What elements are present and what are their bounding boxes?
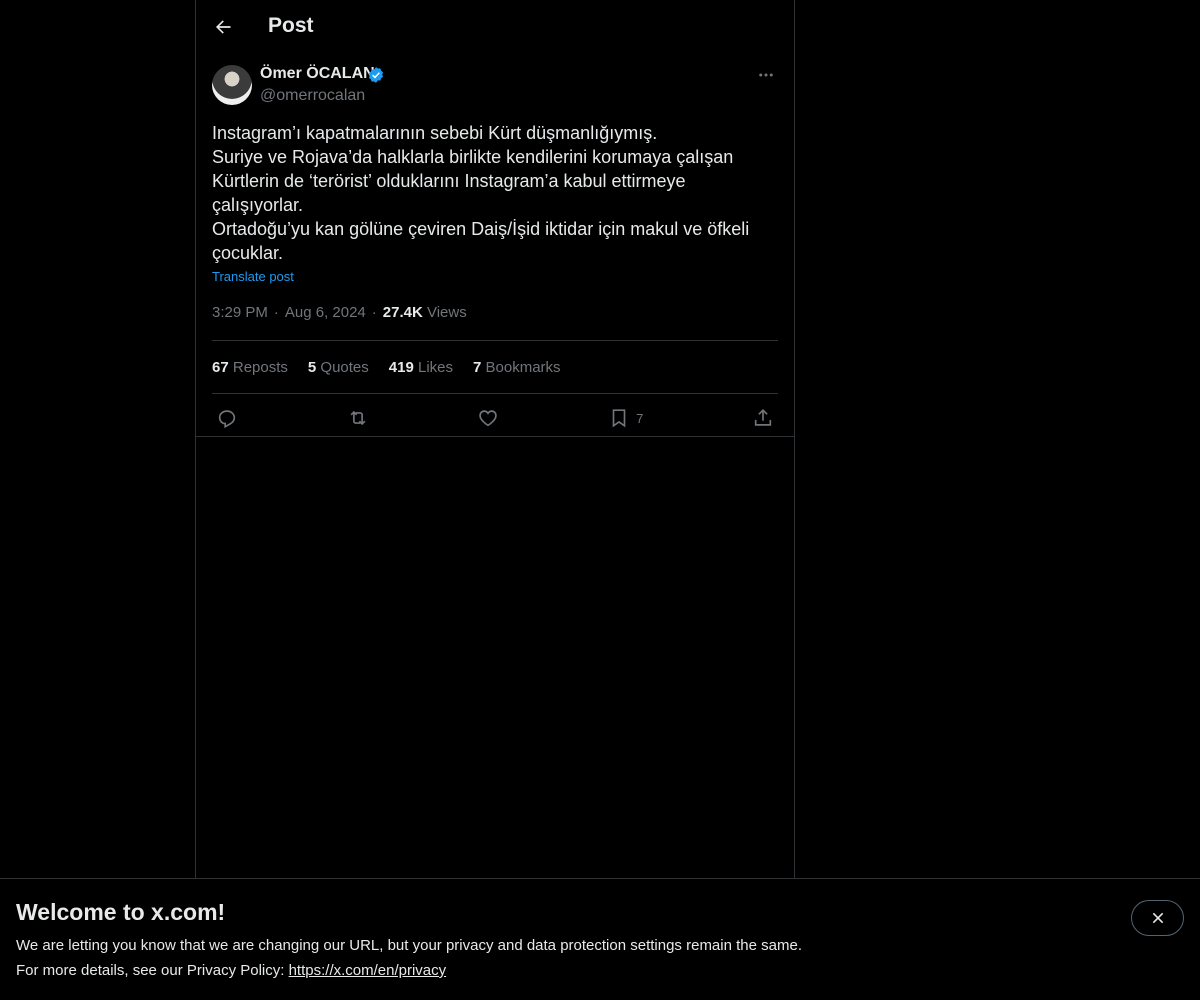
- banner-title: Welcome to x.com!: [16, 899, 226, 925]
- translate-post-link[interactable]: Translate post: [212, 269, 294, 284]
- page-title: Post: [268, 14, 314, 37]
- reply-icon: [218, 410, 236, 429]
- like-button[interactable]: [477, 401, 499, 435]
- bookmark-icon: [612, 409, 626, 428]
- post: Ömer ÖCALAN @omerrocalan Instagram’ı kap…: [212, 63, 778, 442]
- likes-count: 419: [388, 358, 414, 376]
- reply-button[interactable]: [216, 401, 238, 435]
- quotes-label: Quotes: [320, 358, 369, 376]
- author-handle[interactable]: @omerrocalan: [260, 87, 365, 105]
- post-date[interactable]: Aug 6, 2024: [285, 304, 366, 321]
- back-arrow-icon: [216, 20, 231, 34]
- more-button[interactable]: [754, 65, 778, 85]
- author-row: Ömer ÖCALAN @omerrocalan: [212, 63, 778, 107]
- bookmark-count: 7: [636, 410, 644, 426]
- reposts-stat[interactable]: 67 Reposts: [212, 359, 288, 376]
- like-icon: [479, 410, 498, 427]
- url-change-banner: Welcome to x.com! We are letting you kno…: [0, 878, 1200, 1000]
- post-stats: 67 Reposts 5 Quotes 419 Likes 7 Bookmark…: [212, 341, 778, 393]
- post-text-line: Suriye ve Rojava’da halklarla birlikte k…: [212, 147, 734, 167]
- reposts-label: Reposts: [232, 358, 288, 376]
- share-icon: [754, 409, 772, 426]
- share-button[interactable]: [752, 401, 774, 435]
- views-count: 27.4K: [382, 304, 423, 321]
- privacy-policy-link[interactable]: https://x.com/en/privacy: [289, 962, 447, 979]
- author-name[interactable]: Ömer ÖCALAN: [260, 65, 375, 83]
- verified-badge-icon: [368, 67, 384, 83]
- post-meta: 3:29 PM · Aug 6, 2024 · 27.4K Views: [212, 304, 778, 324]
- post-text-line: Ortadoğu’yu kan gölüne çeviren Daiş/İşid…: [212, 219, 750, 239]
- post-text-line: Kürtlerin de ‘terörist’ olduklarını Inst…: [212, 171, 686, 191]
- bookmarks-label: Bookmarks: [485, 358, 561, 376]
- quotes-stat[interactable]: 5 Quotes: [308, 359, 369, 376]
- repost-icon: [350, 410, 366, 426]
- close-icon: [1152, 912, 1163, 924]
- post-text-line: çocuklar.: [212, 243, 284, 263]
- bookmarks-stat[interactable]: 7 Bookmarks: [473, 359, 561, 376]
- quotes-count: 5: [307, 358, 317, 376]
- separator-dot: ·: [371, 304, 377, 321]
- post-text-line: çalışıyorlar.: [212, 195, 304, 215]
- column-divider: [196, 436, 794, 437]
- top-bar: Post: [196, 0, 794, 53]
- likes-stat[interactable]: 419 Likes: [389, 359, 453, 376]
- more-icon: [759, 73, 773, 77]
- likes-label: Likes: [417, 358, 454, 376]
- views-label: Views: [426, 304, 467, 321]
- banner-privacy-prefix: For more details, see our Privacy Policy…: [16, 962, 289, 979]
- post-text: Instagram’ı kapatmalarının sebebi Kürt d…: [212, 121, 778, 265]
- repost-button[interactable]: [347, 401, 369, 435]
- reposts-count: 67: [212, 358, 229, 376]
- bookmark-button[interactable]: 7: [608, 401, 643, 435]
- main-column: Post Ömer ÖCALAN @omerrocalan Instagram’…: [195, 0, 795, 878]
- separator-dot: ·: [273, 304, 279, 321]
- avatar[interactable]: [212, 65, 252, 105]
- back-button[interactable]: [206, 10, 240, 44]
- bookmarks-count: 7: [473, 358, 482, 376]
- banner-privacy-line: For more details, see our Privacy Policy…: [16, 962, 446, 979]
- post-time[interactable]: 3:29 PM: [212, 304, 268, 321]
- banner-close-button[interactable]: [1131, 900, 1184, 936]
- post-text-line: Instagram’ı kapatmalarının sebebi Kürt d…: [212, 123, 658, 143]
- action-bar: 7: [212, 394, 778, 442]
- banner-message: We are letting you know that we are chan…: [16, 937, 802, 954]
